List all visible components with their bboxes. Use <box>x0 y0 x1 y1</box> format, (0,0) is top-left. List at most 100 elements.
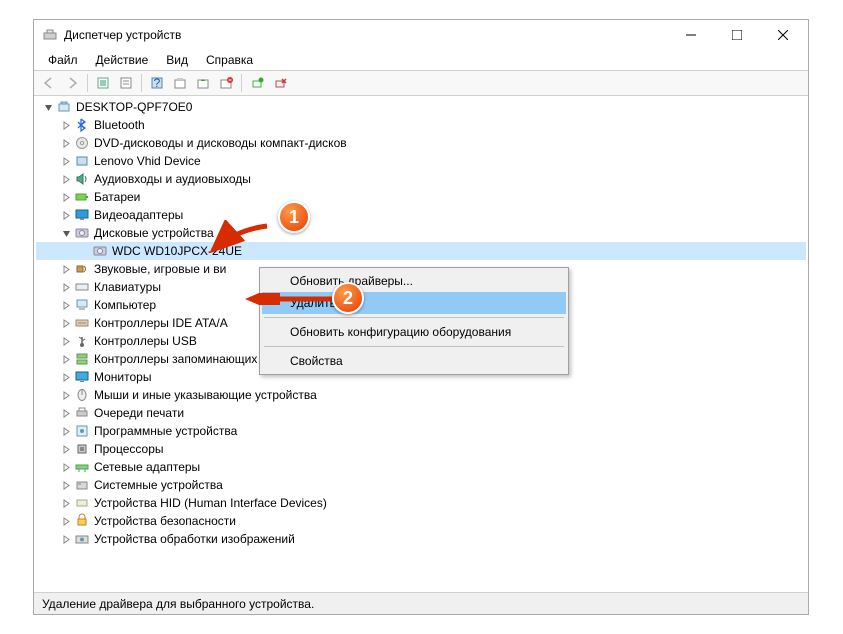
expand-icon[interactable] <box>60 497 72 509</box>
expand-icon[interactable] <box>60 263 72 275</box>
show-hidden-button[interactable] <box>92 72 114 94</box>
tree-item-14[interactable]: Мыши и иные указывающие устройства <box>36 386 806 404</box>
expand-icon[interactable] <box>60 281 72 293</box>
tree-label: Устройства безопасности <box>94 514 236 528</box>
help-button[interactable]: ? <box>146 72 168 94</box>
network-icon <box>74 459 90 475</box>
software-icon <box>74 423 90 439</box>
display-icon <box>74 207 90 223</box>
tree-label: Устройства обработки изображений <box>94 532 295 546</box>
expand-icon[interactable] <box>60 479 72 491</box>
titlebar: Диспетчер устройств <box>34 20 808 50</box>
expand-icon[interactable] <box>60 137 72 149</box>
disk-icon <box>74 225 90 241</box>
expand-icon[interactable] <box>60 425 72 437</box>
audio-icon <box>74 171 90 187</box>
expand-icon[interactable] <box>60 407 72 419</box>
disable-button[interactable] <box>269 72 291 94</box>
expand-icon[interactable] <box>60 155 72 167</box>
expand-icon[interactable] <box>60 209 72 221</box>
tree-child-6-0[interactable]: WDC WD10JPCX-24UE <box>36 242 806 260</box>
computer-icon <box>74 297 90 313</box>
expand-icon[interactable] <box>60 191 72 203</box>
keyboard-icon <box>74 279 90 295</box>
context-menu: Обновить драйверы... Удалить Обновить ко… <box>259 267 569 375</box>
menu-action[interactable]: Действие <box>88 51 157 69</box>
tree-item-20[interactable]: Устройства HID (Human Interface Devices) <box>36 494 806 512</box>
expand-icon[interactable] <box>60 299 72 311</box>
forward-button[interactable] <box>61 72 83 94</box>
window-controls <box>668 20 806 50</box>
tree-item-0[interactable]: Bluetooth <box>36 116 806 134</box>
menubar: Файл Действие Вид Справка <box>34 50 808 70</box>
update-button[interactable] <box>192 72 214 94</box>
tree-item-6[interactable]: Дисковые устройства <box>36 224 806 242</box>
tree-item-17[interactable]: Процессоры <box>36 440 806 458</box>
cpu-icon <box>74 441 90 457</box>
tree-label: Звуковые, игровые и ви <box>94 262 226 276</box>
tree-label: Сетевые адаптеры <box>94 460 200 474</box>
expand-icon[interactable] <box>60 317 72 329</box>
close-button[interactable] <box>760 20 806 50</box>
toolbar-separator <box>241 74 242 92</box>
disk-icon <box>92 243 108 259</box>
tree-item-19[interactable]: Системные устройства <box>36 476 806 494</box>
collapse-icon[interactable] <box>42 101 54 113</box>
tree-item-3[interactable]: Аудиовходы и аудиовыходы <box>36 170 806 188</box>
tree-label: Программные устройства <box>94 424 237 438</box>
ctx-properties[interactable]: Свойства <box>262 350 566 372</box>
ide-icon <box>74 315 90 331</box>
maximize-button[interactable] <box>714 20 760 50</box>
back-button[interactable] <box>38 72 60 94</box>
expand-icon[interactable] <box>60 353 72 365</box>
imaging-icon <box>74 531 90 547</box>
security-icon <box>74 513 90 529</box>
expand-icon[interactable] <box>60 119 72 131</box>
expand-icon[interactable] <box>60 335 72 347</box>
sound-icon <box>74 261 90 277</box>
tree-label: Системные устройства <box>94 478 223 492</box>
tree-label: Видеоадаптеры <box>94 208 183 222</box>
ctx-separator <box>264 317 564 318</box>
tree-item-16[interactable]: Программные устройства <box>36 422 806 440</box>
expand-icon[interactable] <box>60 389 72 401</box>
expand-icon[interactable] <box>60 371 72 383</box>
tree-item-1[interactable]: DVD-дисководы и дисководы компакт-дисков <box>36 134 806 152</box>
tree-item-22[interactable]: Устройства обработки изображений <box>36 530 806 548</box>
annotation-callout-2: 2 <box>332 282 364 314</box>
collapse-icon[interactable] <box>60 227 72 239</box>
toolbar: ? <box>34 70 808 96</box>
annotation-arrow-1 <box>205 220 275 260</box>
tree-item-21[interactable]: Устройства безопасности <box>36 512 806 530</box>
minimize-button[interactable] <box>668 20 714 50</box>
tree-label: Батареи <box>94 190 140 204</box>
tree-label: DVD-дисководы и дисководы компакт-дисков <box>94 136 347 150</box>
ctx-scan-hardware[interactable]: Обновить конфигурацию оборудования <box>262 321 566 343</box>
bluetooth-icon <box>74 117 90 133</box>
tree-label: Устройства HID (Human Interface Devices) <box>94 496 327 510</box>
tree-item-18[interactable]: Сетевые адаптеры <box>36 458 806 476</box>
tree-label: Контроллеры USB <box>94 334 197 348</box>
menu-help[interactable]: Справка <box>198 51 261 69</box>
expand-icon[interactable] <box>60 515 72 527</box>
expand-icon[interactable] <box>60 533 72 545</box>
tree-item-15[interactable]: Очереди печати <box>36 404 806 422</box>
enable-button[interactable] <box>246 72 268 94</box>
tree-item-5[interactable]: Видеоадаптеры <box>36 206 806 224</box>
expand-icon[interactable] <box>60 461 72 473</box>
ctx-separator <box>264 346 564 347</box>
scan-button[interactable] <box>169 72 191 94</box>
menu-view[interactable]: Вид <box>158 51 196 69</box>
expand-icon[interactable] <box>60 443 72 455</box>
tree-label: Дисковые устройства <box>94 226 214 240</box>
tree-item-4[interactable]: Батареи <box>36 188 806 206</box>
properties-button[interactable] <box>115 72 137 94</box>
uninstall-button[interactable] <box>215 72 237 94</box>
menu-file[interactable]: Файл <box>40 51 86 69</box>
tree-item-2[interactable]: Lenovo Vhid Device <box>36 152 806 170</box>
printer-icon <box>74 405 90 421</box>
tree-label: Очереди печати <box>94 406 184 420</box>
ctx-update-drivers[interactable]: Обновить драйверы... <box>262 270 566 292</box>
tree-root[interactable]: DESKTOP-QPF7OE0 <box>36 98 806 116</box>
expand-icon[interactable] <box>60 173 72 185</box>
